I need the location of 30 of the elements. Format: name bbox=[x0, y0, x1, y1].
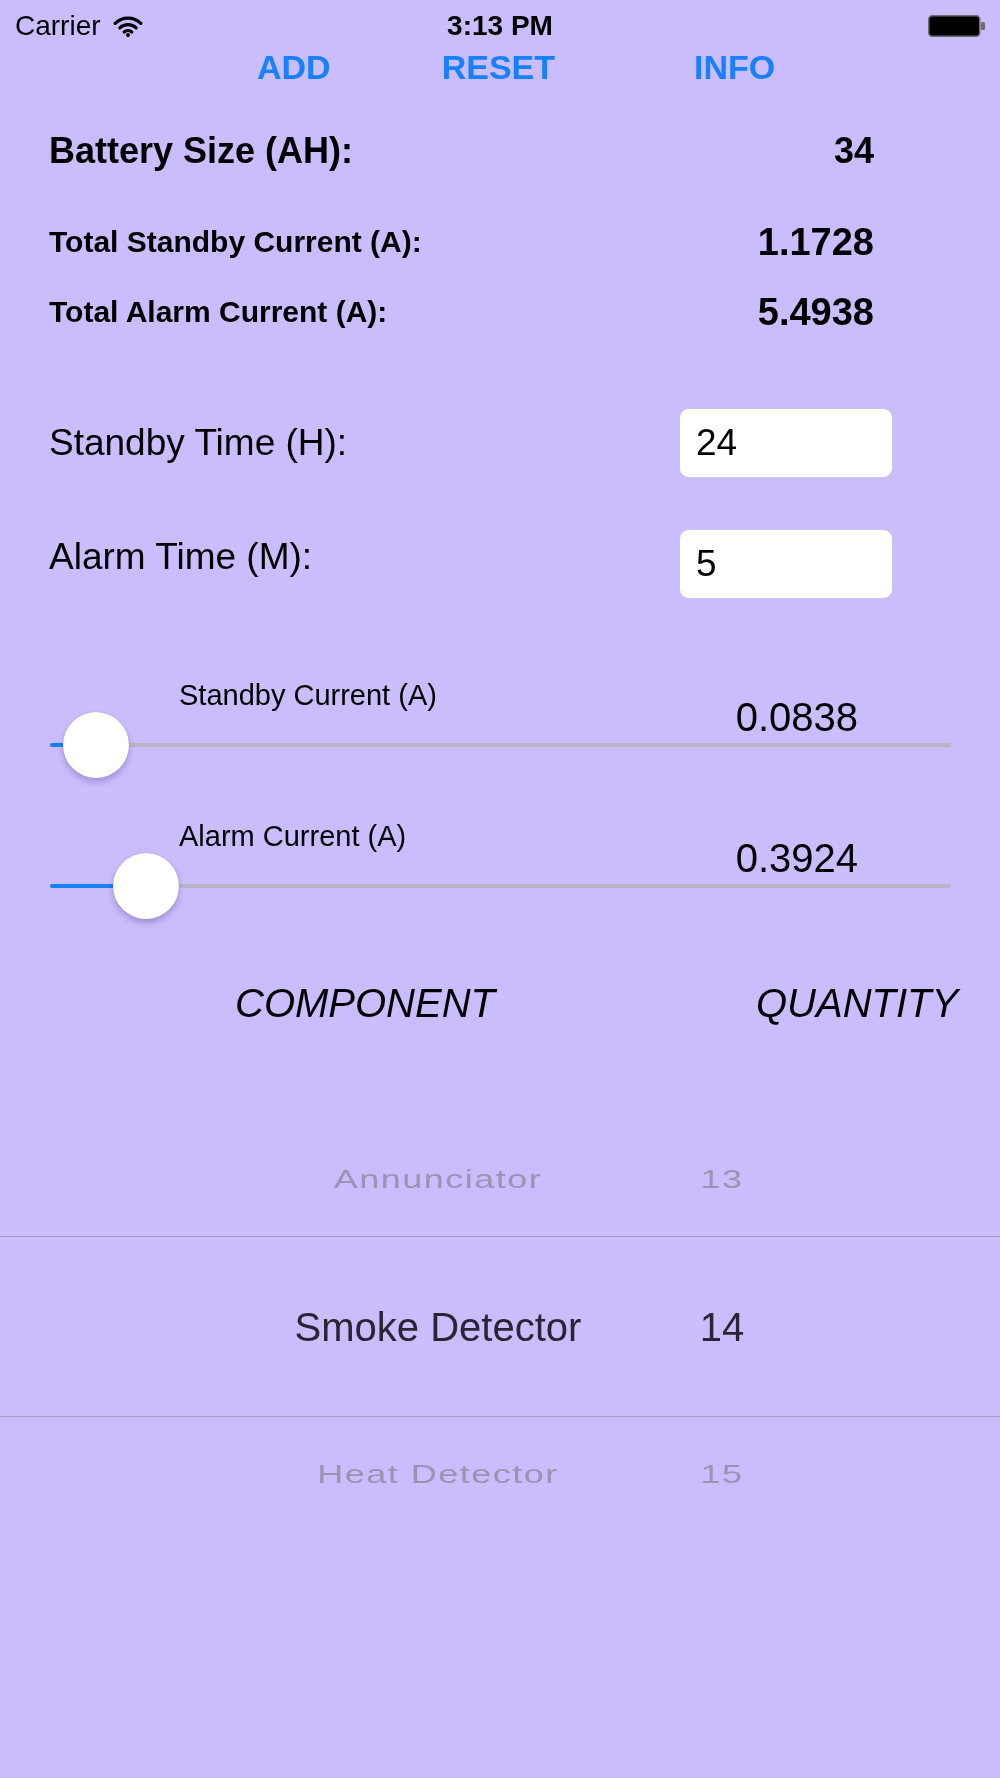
column-header: QUANTITY bbox=[756, 980, 959, 1027]
carrier-name: Carrier bbox=[15, 9, 101, 42]
summary-label: Total Standby Current (A): bbox=[49, 225, 422, 259]
slider-reading: 0.3924 bbox=[735, 838, 858, 878]
picker-item[interactable]: Annunciator bbox=[333, 1164, 543, 1194]
slider-thumb[interactable] bbox=[62, 712, 129, 778]
slider-label: Alarm Current (A) bbox=[179, 819, 407, 853]
slider-label: Standby Current (A) bbox=[179, 678, 437, 712]
slider-thumb[interactable] bbox=[112, 853, 179, 919]
toolbar-button[interactable]: INFO bbox=[694, 51, 776, 83]
picker-item[interactable]: Smoke Detector bbox=[294, 1303, 582, 1350]
slider-reading: 0.0838 bbox=[735, 697, 858, 737]
picker-item[interactable]: 14 bbox=[699, 1303, 745, 1350]
picker-item[interactable]: 15 bbox=[700, 1459, 744, 1488]
input-field[interactable]: 5 bbox=[679, 529, 893, 599]
picker-item[interactable]: Heat Detector bbox=[317, 1459, 559, 1488]
summary-label: Total Alarm Current (A): bbox=[49, 295, 388, 329]
status-time: 3:13 PM bbox=[447, 9, 553, 42]
picker-item[interactable]: 13 bbox=[700, 1164, 744, 1194]
summary-value: 34 bbox=[833, 130, 874, 172]
battery-icon bbox=[928, 14, 985, 37]
toolbar-button[interactable]: ADD bbox=[257, 51, 331, 83]
wifi-icon bbox=[112, 14, 143, 37]
field-label: Alarm Time (M): bbox=[49, 535, 313, 579]
toolbar-button[interactable]: RESET bbox=[441, 51, 556, 83]
summary-label: Battery Size (AH): bbox=[49, 130, 354, 172]
field-label: Standby Time (H): bbox=[49, 421, 348, 465]
summary-value: 5.4938 bbox=[757, 290, 874, 334]
summary-value: 1.1728 bbox=[757, 220, 874, 264]
input-field[interactable]: 24 bbox=[679, 408, 893, 478]
